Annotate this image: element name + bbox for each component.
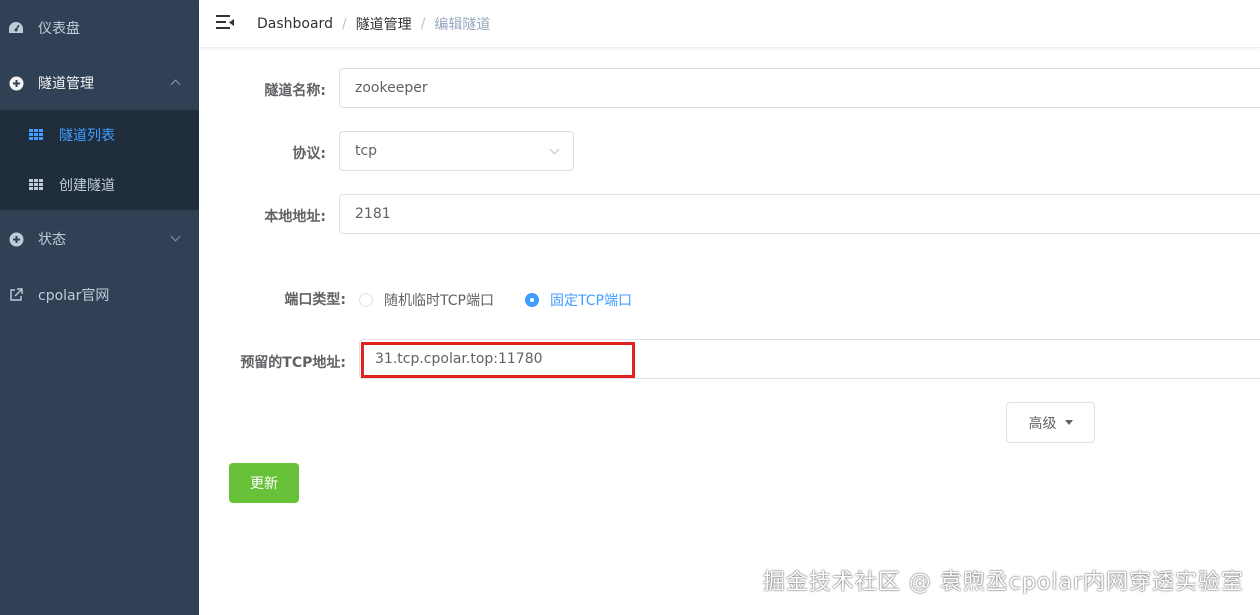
breadcrumb-home[interactable]: Dashboard — [257, 16, 333, 32]
plus-circle-icon — [8, 231, 24, 247]
chevron-down-icon — [170, 231, 181, 242]
protocol-value: tcp — [355, 143, 378, 159]
menu-toggle-icon[interactable] — [216, 15, 234, 29]
tunnel-name-value: zookeeper — [355, 80, 428, 96]
sidebar-item-label: 隧道列表 — [59, 128, 115, 144]
sidebar-item-dashboard[interactable]: 仪表盘 — [0, 0, 199, 56]
external-link-icon — [8, 287, 24, 303]
table-icon — [29, 129, 43, 141]
watermark-text: 掘金技术社区 @ 袁煦丞cpolar内网穿透实验室 — [762, 570, 1244, 595]
advanced-button[interactable]: 高级 — [1006, 402, 1095, 443]
local-address-value: 2181 — [355, 206, 391, 222]
breadcrumb-section[interactable]: 隧道管理 — [356, 14, 412, 34]
table-icon — [29, 179, 43, 191]
sidebar: 仪表盘 隧道管理 隧道列表 创建隧道 状态 cpolar官网 — [0, 0, 199, 615]
top-navbar: Dashboard / 隧道管理 / 编辑隧道 — [199, 0, 1260, 48]
sidebar-item-create-tunnel[interactable]: 创建隧道 — [0, 160, 199, 210]
radio-circle — [359, 293, 373, 307]
tunnel-submenu: 隧道列表 创建隧道 — [0, 110, 199, 210]
dashboard-icon — [8, 20, 24, 36]
caret-down-icon — [1064, 420, 1073, 425]
local-address-input[interactable]: 2181 — [339, 194, 1260, 234]
sidebar-item-label: 状态 — [38, 232, 66, 248]
tunnel-name-label: 隧道名称: — [264, 83, 326, 99]
radio-label: 随机临时TCP端口 — [384, 293, 494, 309]
sidebar-item-label: 隧道管理 — [38, 76, 94, 92]
protocol-select[interactable]: tcp — [339, 131, 574, 171]
radio-label: 固定TCP端口 — [550, 293, 632, 309]
breadcrumb-separator: / — [341, 16, 347, 32]
breadcrumb-current: 编辑隧道 — [434, 17, 491, 33]
sidebar-item-label: cpolar官网 — [38, 288, 110, 304]
local-address-label: 本地地址: — [264, 209, 326, 225]
update-button[interactable]: 更新 — [229, 463, 299, 503]
breadcrumb: Dashboard / 隧道管理 / 编辑隧道 — [257, 14, 490, 34]
advanced-button-label: 高级 — [1028, 415, 1057, 432]
plus-circle-icon — [8, 75, 24, 91]
breadcrumb-separator: / — [420, 16, 426, 32]
sidebar-item-status[interactable]: 状态 — [0, 211, 199, 267]
sidebar-item-label: 仪表盘 — [38, 21, 80, 37]
sidebar-item-tunnel-list[interactable]: 隧道列表 — [0, 110, 199, 160]
reserved-tcp-address-label: 预留的TCP地址: — [240, 355, 346, 371]
protocol-label: 协议: — [292, 146, 326, 162]
sidebar-item-official-site[interactable]: cpolar官网 — [0, 267, 199, 323]
port-type-label: 端口类型: — [284, 292, 346, 308]
annotation-highlight-box — [361, 342, 635, 378]
chevron-up-icon — [170, 79, 181, 90]
sidebar-item-tunnel-management[interactable]: 隧道管理 — [0, 55, 199, 111]
update-button-label: 更新 — [250, 476, 278, 492]
radio-random-tcp-port[interactable]: 随机临时TCP端口 — [359, 290, 494, 310]
radio-circle-checked — [525, 293, 539, 307]
radio-fixed-tcp-port[interactable]: 固定TCP端口 — [525, 290, 632, 310]
tunnel-name-input[interactable]: zookeeper — [339, 68, 1260, 108]
sidebar-item-label: 创建隧道 — [59, 178, 115, 194]
chevron-down-icon — [549, 144, 560, 155]
